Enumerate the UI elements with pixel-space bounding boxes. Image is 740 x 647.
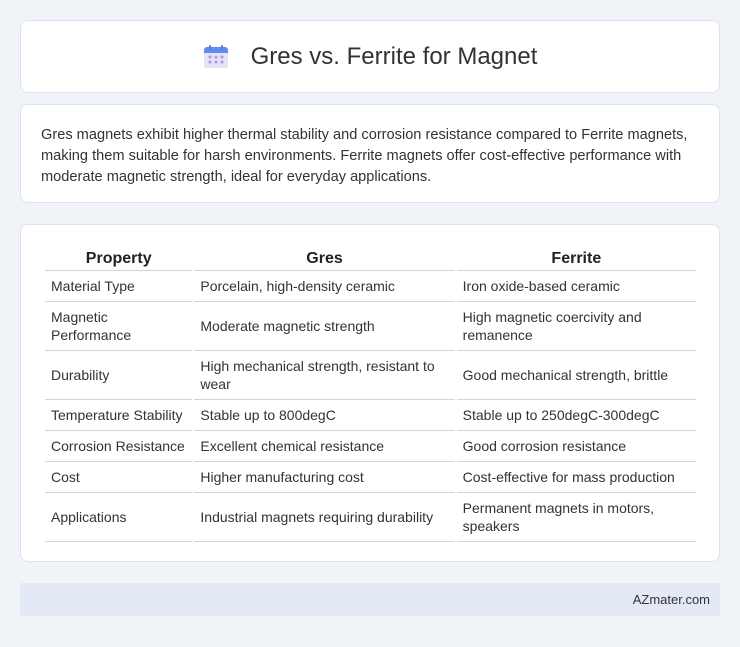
table-row: Cost Higher manufacturing cost Cost-effe… <box>45 462 696 493</box>
table-row: Magnetic Performance Moderate magnetic s… <box>45 302 696 351</box>
title-card: Gres vs. Ferrite for Magnet <box>20 20 720 93</box>
column-header-gres: Gres <box>194 245 455 271</box>
table-cell: Higher manufacturing cost <box>194 462 455 493</box>
table-cell: Applications <box>45 493 193 542</box>
table-row: Durability High mechanical strength, res… <box>45 351 696 400</box>
table-cell: Iron oxide-based ceramic <box>456 271 696 302</box>
summary-card: Gres magnets exhibit higher thermal stab… <box>20 104 720 203</box>
table-cell: High magnetic coercivity and remanence <box>456 302 696 351</box>
table-cell: Moderate magnetic strength <box>194 302 455 351</box>
comparison-table: Property Gres Ferrite Material Type Porc… <box>43 245 698 542</box>
comparison-table-card: Property Gres Ferrite Material Type Porc… <box>20 224 720 562</box>
table-cell: Excellent chemical resistance <box>194 431 455 462</box>
page-title: Gres vs. Ferrite for Magnet <box>250 42 538 70</box>
table-cell: Industrial magnets requiring durability <box>194 493 455 542</box>
table-cell: Corrosion Resistance <box>45 431 193 462</box>
footer: AZmater.com <box>20 583 720 616</box>
table-cell: Porcelain, high-density ceramic <box>194 271 455 302</box>
table-cell: Material Type <box>45 271 193 302</box>
column-header-ferrite: Ferrite <box>456 245 696 271</box>
table-cell: Durability <box>45 351 193 400</box>
table-row: Applications Industrial magnets requirin… <box>45 493 696 542</box>
table-cell: Stable up to 800degC <box>194 400 455 431</box>
table-cell: Temperature Stability <box>45 400 193 431</box>
calendar-icon <box>203 44 229 69</box>
table-row: Material Type Porcelain, high-density ce… <box>45 271 696 302</box>
table-cell: Good mechanical strength, brittle <box>456 351 696 400</box>
table-cell: Stable up to 250degC-300degC <box>456 400 696 431</box>
table-cell: Good corrosion resistance <box>456 431 696 462</box>
table-cell: Magnetic Performance <box>45 302 193 351</box>
footer-site-label: AZmater.com <box>632 592 710 607</box>
table-cell: High mechanical strength, resistant to w… <box>194 351 455 400</box>
table-row: Corrosion Resistance Excellent chemical … <box>45 431 696 462</box>
summary-text: Gres magnets exhibit higher thermal stab… <box>41 127 688 185</box>
column-header-property: Property <box>45 245 193 271</box>
table-row: Temperature Stability Stable up to 800de… <box>45 400 696 431</box>
table-header-row: Property Gres Ferrite <box>45 245 696 271</box>
table-cell: Permanent magnets in motors, speakers <box>456 493 696 542</box>
table-cell: Cost-effective for mass production <box>456 462 696 493</box>
table-cell: Cost <box>45 462 193 493</box>
